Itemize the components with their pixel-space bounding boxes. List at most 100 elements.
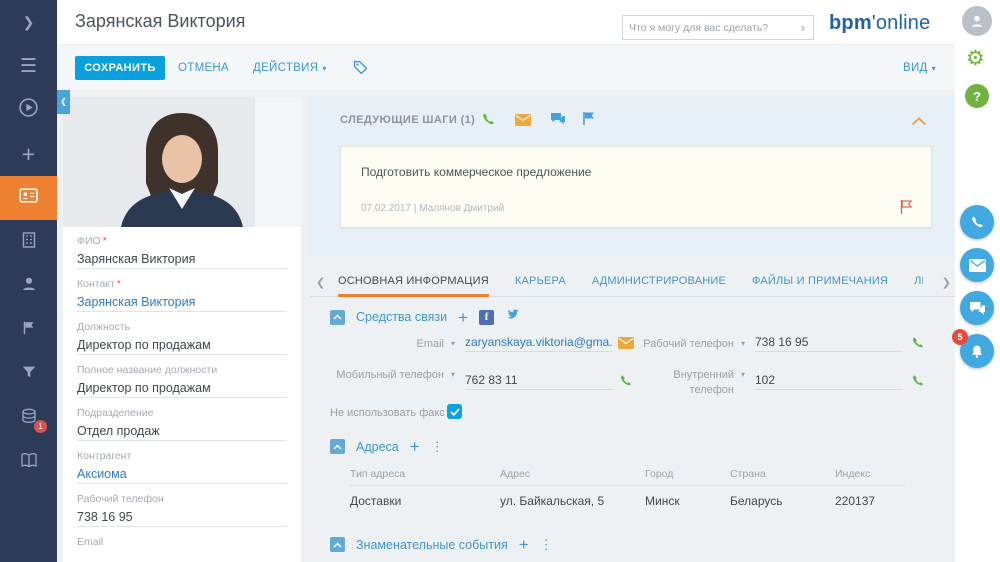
chevron-down-icon: ▾ [450, 370, 455, 379]
mobile-phone-comm-label[interactable]: Мобильный телефон ▾ [320, 368, 455, 383]
notification-count-badge: 5 [952, 329, 968, 345]
section-collapse-icon[interactable] [330, 537, 345, 552]
field-account: Контрагент Аксиома [77, 442, 287, 485]
save-button[interactable]: СОХРАНИТЬ [75, 56, 165, 80]
field-value[interactable]: Зарянская Виктория [77, 252, 287, 269]
chevron-down-icon: ▾ [450, 339, 455, 348]
field-value-link[interactable]: Зарянская Виктория [77, 295, 287, 312]
tabs-scroll-right-icon[interactable]: ❯ [942, 276, 951, 289]
send-email-icon[interactable] [618, 336, 634, 354]
task-flag-icon[interactable] [899, 199, 913, 220]
sidebar-item-contacts[interactable] [0, 176, 57, 220]
profile-fields: ФИО * Зарянская Виктория Контакт * Зарянск… [63, 227, 301, 562]
events-section-title: Знаменательные события [356, 537, 508, 552]
sidebar-item-activities[interactable] [0, 308, 57, 352]
bpmonline-logo: bpm'online [829, 12, 931, 34]
tag-icon[interactable] [352, 59, 369, 81]
call-fab-button[interactable] [960, 205, 994, 239]
email-fab-button[interactable] [960, 248, 994, 282]
internal-phone-comm-value[interactable]: 102 [755, 373, 903, 390]
chevron-down-icon: ▾ [740, 339, 745, 348]
tab-career[interactable]: КАРЬЕРА [515, 268, 566, 297]
table-header-divider [350, 485, 905, 486]
mobile-phone-comm-value[interactable]: 762 83 11 [465, 373, 613, 390]
user-avatar[interactable] [962, 6, 992, 36]
internal-phone-comm-label[interactable]: Внутренний телефон ▾ [640, 368, 745, 398]
sidebar-item-accounts[interactable] [0, 220, 57, 264]
task-card[interactable]: Подготовить коммерческое предложение 07.… [340, 146, 932, 228]
hamburger-icon: ☰ [19, 55, 38, 77]
country-cell: Беларусь [730, 494, 783, 508]
notifications-fab-button[interactable]: 5 [952, 329, 994, 368]
add-address-icon[interactable]: + [410, 438, 420, 455]
add-communication-icon[interactable]: + [458, 309, 468, 326]
fax-checkbox[interactable] [447, 404, 462, 419]
fax-checkbox-label: Не использовать факс [330, 407, 445, 419]
add-task-flag-icon[interactable] [582, 111, 596, 131]
address-type-cell: Доставки [350, 494, 402, 508]
field-fio: ФИО * Зарянская Виктория [77, 227, 287, 270]
call-internal-phone-icon[interactable] [910, 373, 925, 393]
contact-photo[interactable] [63, 97, 301, 227]
book-icon [19, 450, 39, 475]
add-event-icon[interactable]: + [519, 536, 529, 553]
field-contact: Контакт * Зарянская Виктория [77, 270, 287, 313]
sidebar-item-add[interactable]: + [0, 132, 57, 176]
top-header: Зарянская Виктория › bpm'online [57, 0, 955, 45]
field-department: Подразделение Отдел продаж [77, 399, 287, 442]
panel-collapse-tab[interactable]: ❮ [57, 88, 70, 114]
sidebar-item-sales[interactable] [0, 352, 57, 396]
field-label: Должность [77, 321, 131, 333]
actions-menu-button[interactable]: ДЕЙСТВИЯ ▾ [253, 56, 327, 80]
chevron-right-icon: ❯ [22, 14, 35, 30]
collapse-panel-icon[interactable] [911, 113, 927, 131]
record-toolbar: СОХРАНИТЬ ОТМЕНА ДЕЙСТВИЯ ▾ ВИД ▾ [57, 45, 955, 90]
add-chat-icon[interactable] [550, 112, 566, 131]
sidebar-item-finance[interactable]: 1 [0, 396, 57, 440]
field-value[interactable]: Отдел продаж [77, 424, 287, 441]
tab-main-info[interactable]: ОСНОВНАЯ ИНФОРМАЦИЯ [338, 268, 489, 297]
addresses-menu-icon[interactable]: ⋮ [431, 439, 444, 455]
search-input[interactable] [623, 21, 793, 34]
add-email-icon[interactable] [515, 113, 531, 131]
twitter-icon[interactable] [505, 308, 521, 326]
section-collapse-icon[interactable] [330, 439, 345, 454]
help-icon[interactable]: ? [965, 84, 989, 108]
field-value-link[interactable]: Аксиома [77, 467, 287, 484]
add-call-icon[interactable] [480, 111, 496, 132]
tab-files-notes[interactable]: ФАЙЛЫ И ПРИМЕЧАНИЯ [752, 268, 888, 297]
sidebar-item-process[interactable] [0, 88, 57, 132]
finance-badge: 1 [34, 420, 47, 433]
view-menu-button[interactable]: ВИД ▾ [903, 56, 936, 80]
sidebar-expand-button[interactable]: ❯ [0, 0, 57, 44]
field-label: Контакт [77, 278, 115, 290]
search-submit-icon[interactable]: › [793, 20, 813, 35]
field-value[interactable]: Директор по продажам [77, 338, 287, 355]
column-header: Адрес [500, 468, 531, 480]
chevron-down-icon: ▾ [322, 63, 327, 73]
sidebar-item-person[interactable] [0, 264, 57, 308]
tab-administration[interactable]: АДМИНИСТРИРОВАНИЕ [592, 268, 726, 297]
events-menu-icon[interactable]: ⋮ [540, 537, 553, 553]
tabs-scroll-left-icon[interactable]: ❮ [316, 276, 325, 289]
settings-gear-icon[interactable]: ⚙ [966, 48, 985, 69]
facebook-icon[interactable]: f [479, 309, 495, 325]
chat-fab-button[interactable] [960, 291, 994, 325]
sidebar-menu-button[interactable]: ☰ [0, 44, 57, 88]
work-phone-comm-value[interactable]: 738 16 95 [755, 335, 903, 352]
addresses-section-header: Адреса + ⋮ [330, 438, 444, 455]
sidebar-item-knowledge-base[interactable] [0, 440, 57, 484]
field-value[interactable]: 738 16 95 [77, 510, 287, 527]
email-comm-label[interactable]: Email ▾ [320, 337, 455, 352]
field-email: Email [77, 528, 287, 562]
field-value[interactable] [77, 553, 287, 562]
call-work-phone-icon[interactable] [910, 335, 925, 355]
call-mobile-phone-icon[interactable] [618, 373, 633, 393]
email-comm-value[interactable]: zaryanskaya.viktoria@gma... [465, 335, 613, 352]
work-phone-comm-label[interactable]: Рабочий телефон ▾ [640, 337, 745, 352]
field-value[interactable]: Директор по продажам [77, 381, 287, 398]
address-cell: ул. Байкальская, 5 [500, 494, 605, 508]
section-collapse-icon[interactable] [330, 309, 345, 325]
tab-feed[interactable]: ЛЕНТА [914, 268, 923, 297]
cancel-button[interactable]: ОТМЕНА [178, 56, 229, 80]
